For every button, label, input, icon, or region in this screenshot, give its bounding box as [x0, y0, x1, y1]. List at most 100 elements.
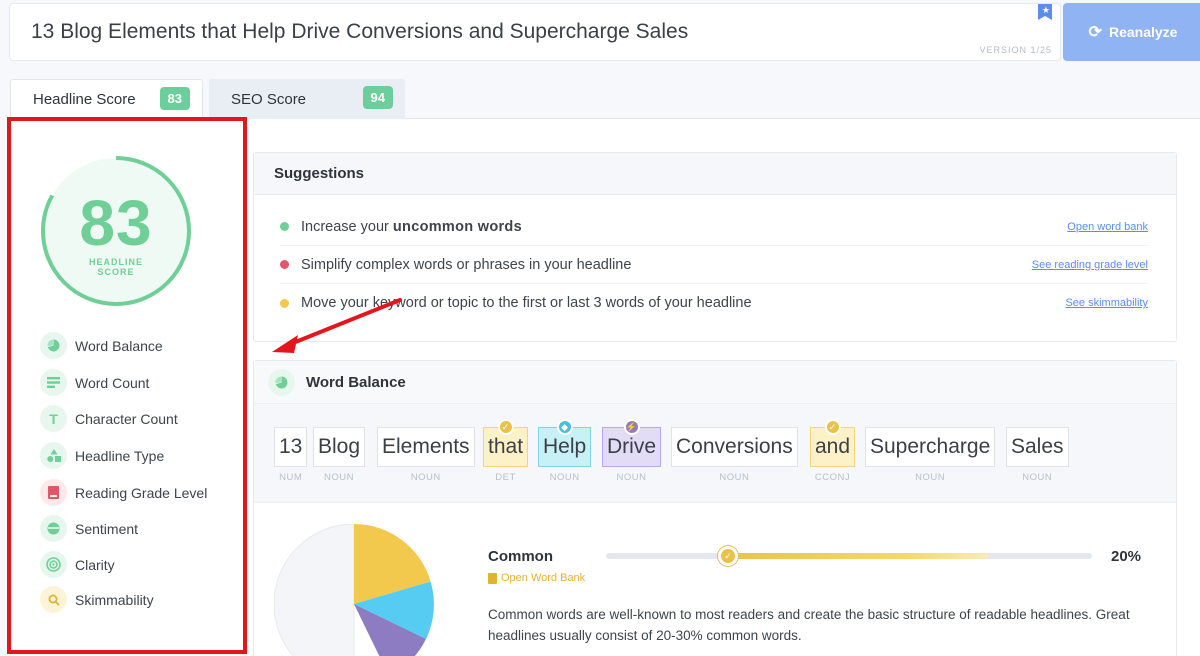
- metric-label: Word Count: [75, 374, 150, 391]
- open-word-bank-label: Open Word Bank: [501, 572, 586, 584]
- common-progress-track: [606, 553, 1092, 559]
- metric-skimmability[interactable]: Skimmability: [40, 586, 154, 613]
- word-text: Elements: [377, 427, 475, 467]
- word-pos: NOUN: [1022, 472, 1053, 483]
- diamond-icon: ◆: [556, 419, 573, 435]
- word-pos: NOUN: [719, 472, 750, 483]
- metric-label: Headline Type: [75, 447, 165, 464]
- score-sidebar-highlight: 83 HEADLINE SCORE Word Balance Word Coun…: [7, 117, 247, 654]
- suggestion-text-bold: uncommon words: [392, 218, 522, 235]
- word-text: Conversions: [671, 427, 798, 467]
- metric-label: Character Count: [75, 410, 178, 427]
- metric-word-count[interactable]: Word Count: [40, 369, 149, 396]
- score-badge: 94: [362, 86, 393, 109]
- tab-label: Headline Score: [33, 91, 136, 108]
- word-token-common[interactable]: ✓ that DET: [483, 419, 529, 483]
- common-description: Common words are well-known to most read…: [488, 607, 1130, 643]
- word-token-uncommon[interactable]: ◆ Help NOUN: [538, 419, 592, 483]
- see-reading-grade-level-link[interactable]: See reading grade level: [1032, 259, 1148, 271]
- suggestions-title: Suggestions: [254, 153, 1176, 195]
- word-pos: DET: [495, 472, 516, 483]
- word-breakdown: 13 NUM Blog NOUN Elements NOUN ✓ that DE…: [254, 403, 1176, 503]
- word-balance-pie-chart: [274, 524, 434, 656]
- tab-seo-score[interactable]: SEO Score 94: [209, 79, 405, 119]
- check-icon: ✓: [497, 419, 514, 435]
- word-balance-title: Word Balance: [306, 373, 406, 391]
- word-text: Supercharge: [865, 427, 996, 467]
- word-pos: NOUN: [915, 472, 946, 483]
- letter-t-icon: T: [40, 405, 67, 432]
- headline-score-label: HEADLINE SCORE: [39, 257, 193, 277]
- score-label-line2: SCORE: [97, 267, 135, 277]
- word-balance-header: Word Balance: [254, 361, 1176, 403]
- target-icon: [40, 551, 67, 578]
- suggestion-item: Move your keyword or topic to the first …: [280, 284, 1148, 322]
- open-word-bank-link[interactable]: Open Word Bank: [488, 572, 585, 584]
- metric-label: Clarity: [75, 556, 115, 573]
- score-badge: 83: [159, 87, 190, 110]
- annotation-arrow: [272, 298, 402, 353]
- suggestion-text: Simplify complex words or phrases in you…: [301, 256, 632, 273]
- suggestion-item: Simplify complex words or phrases in you…: [280, 246, 1148, 284]
- book-icon: [40, 479, 67, 506]
- word-pos: NOUN: [549, 472, 580, 483]
- check-icon: ✓: [824, 419, 841, 435]
- face-icon: [40, 515, 67, 542]
- word-text: 13: [274, 427, 308, 467]
- refresh-icon: ⟳: [1088, 24, 1102, 41]
- lines-icon: [40, 369, 67, 396]
- status-dot: [280, 260, 289, 269]
- metric-label: Sentiment: [75, 520, 139, 537]
- word-token[interactable]: Blog NOUN: [313, 427, 366, 483]
- lightning-icon: ⚡: [623, 419, 640, 435]
- book-icon: [488, 572, 497, 584]
- common-percent: 20%: [1111, 548, 1142, 565]
- metric-character-count[interactable]: T Character Count: [40, 405, 178, 432]
- see-skimmability-link[interactable]: See skimmability: [1065, 297, 1148, 309]
- open-word-bank-link[interactable]: Open word bank: [1067, 221, 1148, 233]
- pie-chart-icon: [40, 332, 67, 359]
- shapes-icon: [40, 442, 67, 469]
- headline-score-gauge: 83 HEADLINE SCORE: [39, 154, 193, 308]
- suggestion-text-part: Increase your: [301, 218, 393, 235]
- common-title: Common: [488, 548, 553, 565]
- word-pos: NOUN: [410, 472, 441, 483]
- word-text: Blog: [313, 427, 366, 467]
- common-progress-fill: [728, 553, 988, 559]
- word-pos: NUM: [279, 472, 303, 483]
- pie-slice-remaining: [274, 524, 355, 656]
- word-token[interactable]: Elements NOUN: [377, 427, 475, 483]
- metric-sentiment[interactable]: Sentiment: [40, 515, 138, 542]
- score-label-line1: HEADLINE: [88, 257, 143, 267]
- word-pos: NOUN: [616, 472, 647, 483]
- common-progress-marker: ✓: [718, 546, 738, 566]
- headline-input[interactable]: 13 Blog Elements that Help Drive Convers…: [9, 3, 1061, 61]
- pie-chart-icon: [268, 368, 295, 396]
- word-token[interactable]: 13 NUM: [274, 427, 308, 483]
- word-text: Sales: [1006, 427, 1069, 467]
- metric-headline-type[interactable]: Headline Type: [40, 442, 164, 469]
- metric-clarity[interactable]: Clarity: [40, 551, 115, 578]
- metric-label: Reading Grade Level: [75, 484, 208, 501]
- word-balance-panel: Word Balance 13 NUM Blog NOUN Elements N…: [253, 360, 1177, 656]
- headline-score-value: 83: [79, 187, 153, 259]
- tab-headline-score[interactable]: Headline Score 83: [10, 79, 203, 119]
- magnifier-icon: [40, 586, 67, 613]
- status-dot: [280, 222, 289, 231]
- star-icon: ★: [1041, 5, 1050, 15]
- word-token[interactable]: Sales NOUN: [1006, 427, 1069, 483]
- reanalyze-button[interactable]: ⟳ Reanalyze: [1063, 3, 1200, 61]
- word-token[interactable]: Supercharge NOUN: [865, 427, 996, 483]
- metric-label: Skimmability: [75, 591, 154, 608]
- metric-reading-grade-level[interactable]: Reading Grade Level: [40, 479, 207, 506]
- word-token-common[interactable]: ✓ and CCONJ: [810, 419, 856, 483]
- tab-label: SEO Score: [231, 90, 307, 108]
- suggestion-text: Increase your uncommon words: [301, 219, 522, 235]
- metric-word-balance[interactable]: Word Balance: [40, 332, 163, 359]
- word-token[interactable]: Conversions NOUN: [671, 427, 798, 483]
- metric-label: Word Balance: [75, 337, 163, 354]
- word-pos: NOUN: [324, 472, 354, 483]
- headline-text[interactable]: 13 Blog Elements that Help Drive Convers…: [31, 20, 688, 44]
- reanalyze-label: Reanalyze: [1108, 24, 1178, 40]
- word-token-power[interactable]: ⚡ Drive NOUN: [602, 419, 662, 483]
